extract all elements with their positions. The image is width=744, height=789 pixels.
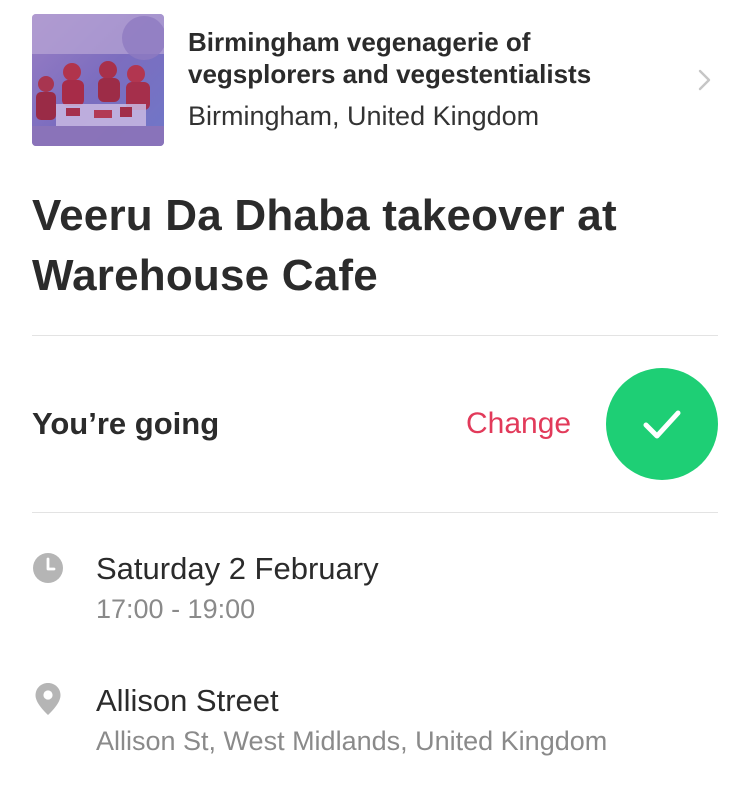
event-time-range: 17:00 - 19:00 — [96, 594, 256, 624]
chevron-right-icon[interactable] — [694, 68, 714, 92]
divider — [32, 335, 718, 336]
event-venue[interactable]: Allison Street Allison St, West Midlands… — [32, 682, 718, 762]
venue-name: Allison Street — [96, 683, 279, 718]
event-time: Saturday 2 February 17:00 - 19:00 — [32, 550, 718, 630]
going-button[interactable] — [606, 368, 718, 480]
group-name: Birmingham vegenagerie of vegsplorers an… — [188, 27, 592, 89]
clock-icon — [32, 552, 64, 584]
rsvp-row: You’re going Change — [32, 368, 718, 480]
checkmark-icon — [643, 410, 681, 439]
group-photo — [32, 14, 164, 146]
group-photo-image — [32, 14, 164, 146]
group-text: Birmingham vegenagerie of vegsplorers an… — [188, 14, 718, 132]
venue-address: Allison St, West Midlands, United Kingdo… — [96, 726, 608, 756]
change-rsvp-link[interactable]: Change — [466, 406, 571, 442]
group-location: Birmingham, United Kingdom — [188, 101, 540, 131]
map-pin-icon — [34, 682, 66, 715]
group-header[interactable]: Birmingham vegenagerie of vegsplorers an… — [32, 14, 718, 146]
rsvp-status: You’re going — [32, 406, 220, 441]
event-title: Veeru Da Dhaba takeover at Warehouse Caf… — [32, 191, 617, 300]
event-date: Saturday 2 February — [96, 551, 379, 586]
divider — [32, 512, 718, 513]
